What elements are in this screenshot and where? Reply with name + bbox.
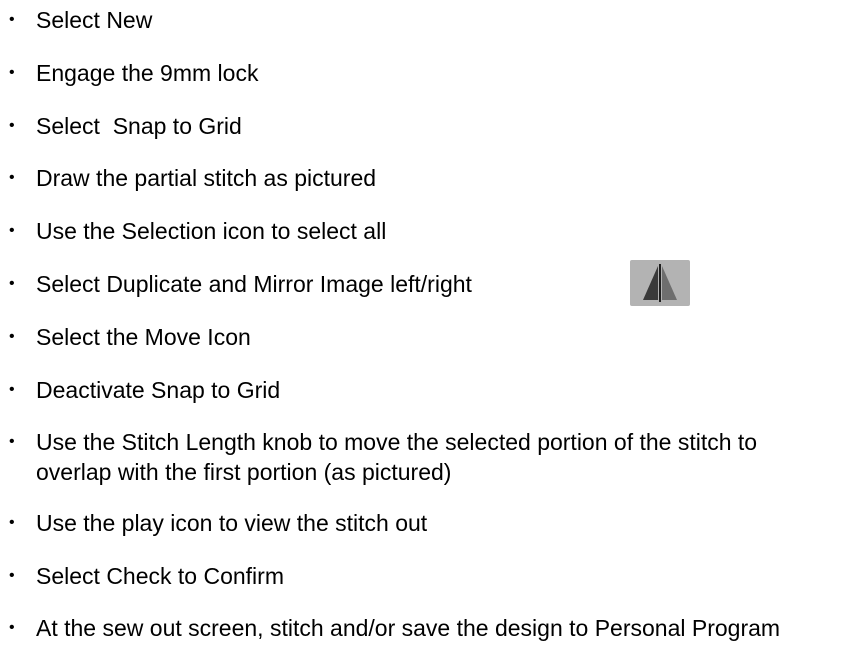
bullet-icon: • xyxy=(9,169,15,186)
mirror-left-right-icon xyxy=(630,260,690,306)
step-text: Select New xyxy=(36,7,153,33)
step-text: Use the Selection icon to select all xyxy=(36,218,387,244)
bullet-icon: • xyxy=(9,514,15,531)
step-text: Select the Move Icon xyxy=(36,324,251,350)
bullet-icon: • xyxy=(9,567,15,584)
bullet-icon: • xyxy=(9,117,15,134)
bullet-icon: • xyxy=(9,619,15,636)
step-text: At the sew out screen, stitch and/or sav… xyxy=(36,615,781,641)
step-text: Draw the partial stitch as pictured xyxy=(36,165,377,191)
step-text: Engage the 9mm lock xyxy=(36,60,259,86)
bullet-icon: • xyxy=(9,381,15,398)
step-text: Deactivate Snap to Grid xyxy=(36,377,281,403)
step-text: Select Check to Confirm xyxy=(36,563,284,589)
step-text: Select Snap to Grid xyxy=(36,113,242,139)
step-text: Use the Stitch Length knob to move the s… xyxy=(36,429,758,485)
bullet-icon: • xyxy=(9,328,15,345)
bullet-icon: • xyxy=(9,433,15,450)
bullet-icon: • xyxy=(9,275,15,292)
step-text: Select Duplicate and Mirror Image left/r… xyxy=(36,271,472,297)
bullet-icon: • xyxy=(9,64,15,81)
bullet-icon: • xyxy=(9,222,15,239)
step-text: Use the play icon to view the stitch out xyxy=(36,510,428,536)
bullet-icon: • xyxy=(9,11,15,28)
